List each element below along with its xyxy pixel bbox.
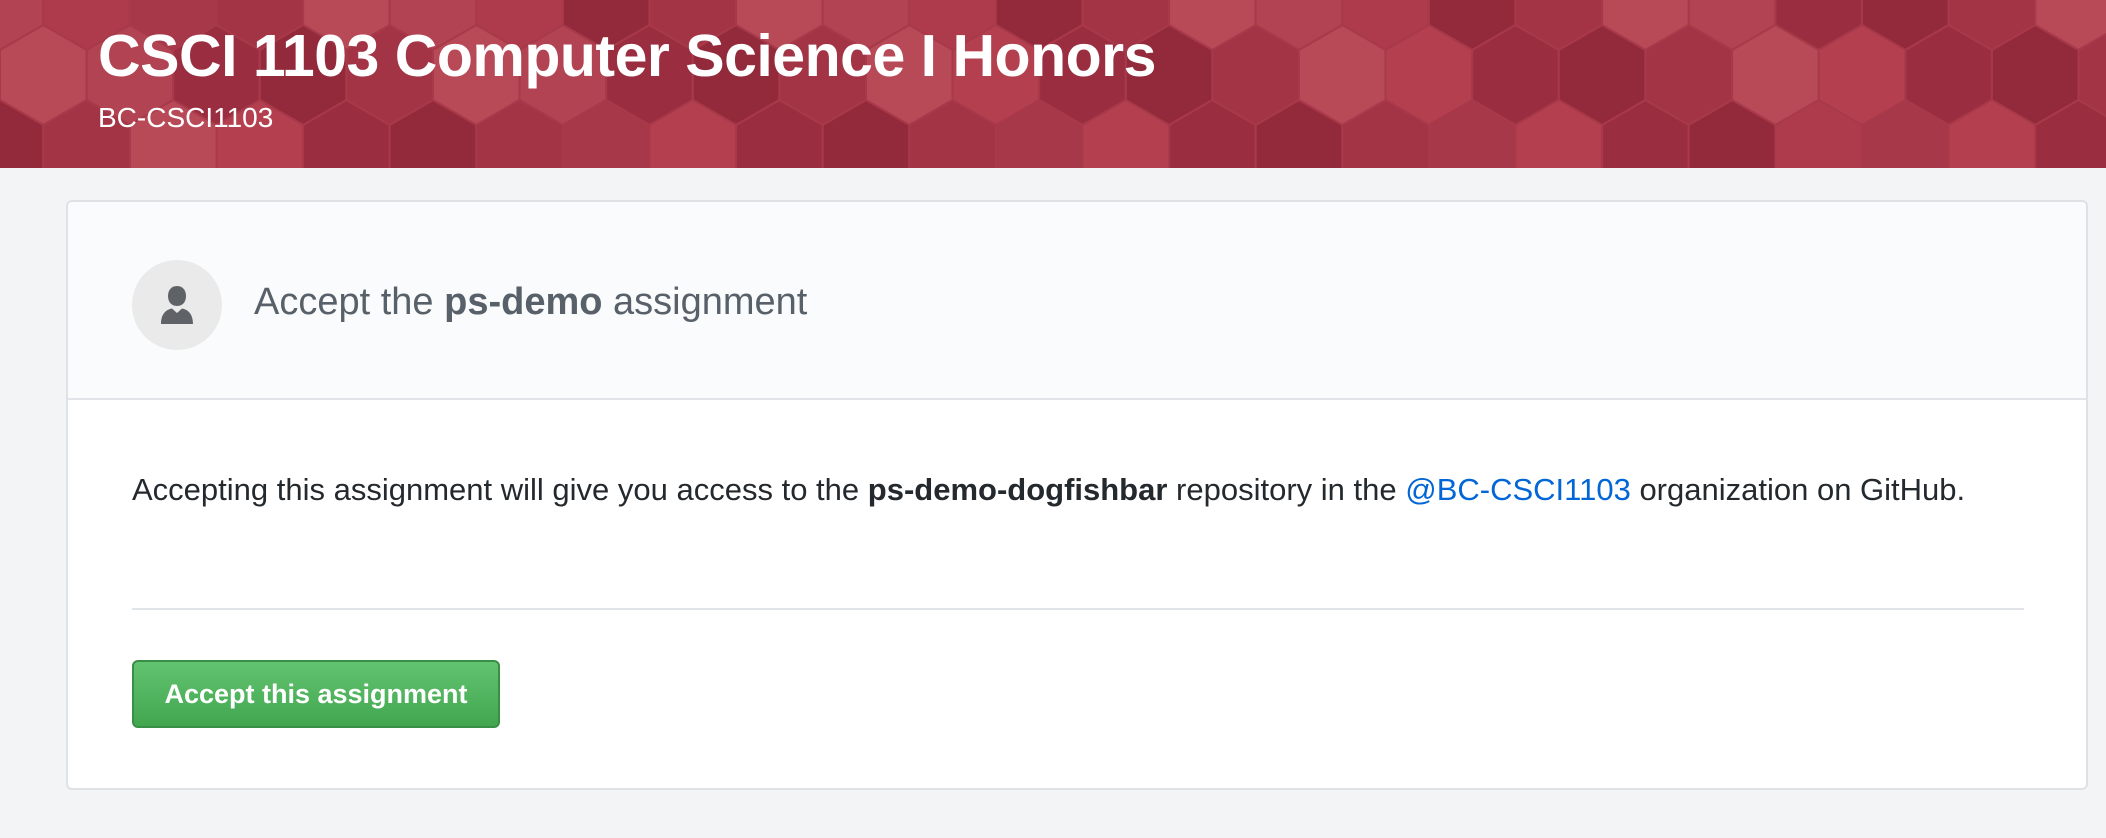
description-text-3: organization on GitHub. (1630, 472, 1966, 507)
description-text-2: repository in the (1167, 472, 1406, 507)
heading-suffix: assignment (602, 281, 808, 323)
assignment-card: Accept the ps-demo assignment Accepting … (66, 200, 2088, 790)
repository-name: ps-demo-dogfishbar (867, 472, 1168, 507)
avatar (132, 260, 222, 350)
assignment-description: Accepting this assignment will give you … (132, 466, 2032, 514)
course-organization: BC-CSCI1103 (98, 102, 274, 133)
heading-prefix: Accept the (254, 281, 445, 323)
assignment-name: ps-demo (444, 281, 603, 323)
divider (132, 608, 2024, 610)
accept-assignment-heading: Accept the ps-demo assignment (254, 274, 807, 330)
description-text-1: Accepting this assignment will give you … (132, 472, 868, 507)
course-banner: CSCI 1103 Computer Science I Honors BC-C… (0, 0, 2106, 168)
assignment-card-header: Accept the ps-demo assignment (68, 202, 2086, 400)
organization-link[interactable]: @BC-CSCI1103 (1405, 472, 1631, 507)
course-title: CSCI 1103 Computer Science I Honors (98, 23, 1156, 89)
accept-assignment-button[interactable]: Accept this assignment (132, 660, 500, 728)
user-icon (161, 286, 193, 324)
